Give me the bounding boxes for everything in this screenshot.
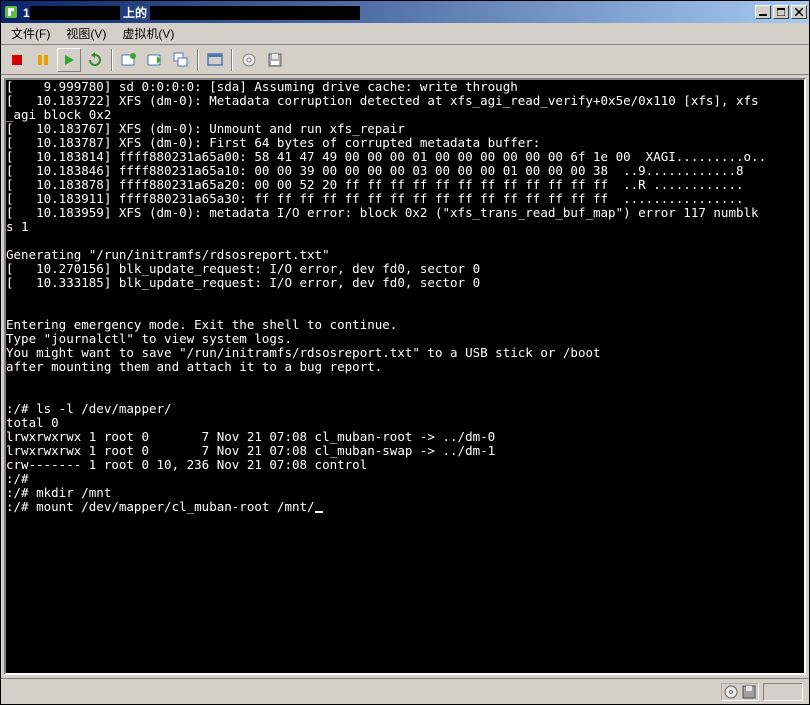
menu-view[interactable]: 视图(V) xyxy=(60,23,112,44)
reset-button[interactable] xyxy=(83,48,107,72)
window-buttons xyxy=(755,5,807,19)
title-seg-2: 上的 xyxy=(120,6,151,20)
vm-console-window: 1 上的 文件(F) 视图(V) 虚拟机(V) xyxy=(0,0,810,705)
toolbar xyxy=(1,45,809,75)
stop-button[interactable] xyxy=(5,48,29,72)
fullscreen-button[interactable] xyxy=(203,48,227,72)
title-redacted-1 xyxy=(30,6,120,20)
console-viewport: [ 9.999780] sd 0:0:0:0: [sda] Assuming d… xyxy=(1,75,809,678)
snapshot-manager-button[interactable] xyxy=(169,48,193,72)
pause-button[interactable] xyxy=(31,48,55,72)
connect-cd-button[interactable] xyxy=(237,48,261,72)
snapshot-revert-button[interactable] xyxy=(143,48,167,72)
menubar: 文件(F) 视图(V) 虚拟机(V) xyxy=(1,23,809,45)
statusbar xyxy=(1,678,809,704)
play-button[interactable] xyxy=(57,48,81,72)
status-cd-icon[interactable] xyxy=(722,684,740,700)
status-floppy-icon[interactable] xyxy=(740,684,758,700)
toolbar-separator xyxy=(231,49,233,71)
toolbar-separator xyxy=(111,49,113,71)
menu-vm[interactable]: 虚拟机(V) xyxy=(116,23,180,44)
terminal-cursor xyxy=(315,511,323,513)
menu-file[interactable]: 文件(F) xyxy=(5,23,56,44)
toolbar-separator xyxy=(197,49,199,71)
close-button[interactable] xyxy=(791,5,807,19)
status-devices xyxy=(721,683,759,701)
title-redacted-2 xyxy=(150,6,360,20)
status-spacer xyxy=(763,683,803,701)
maximize-button[interactable] xyxy=(773,5,789,19)
titlebar: 1 上的 xyxy=(1,1,809,23)
vsphere-icon xyxy=(3,4,19,20)
guest-terminal[interactable]: [ 9.999780] sd 0:0:0:0: [sda] Assuming d… xyxy=(4,78,806,675)
window-title: 1 上的 xyxy=(23,4,755,21)
title-seg-1: 1 xyxy=(23,6,30,20)
minimize-button[interactable] xyxy=(755,5,771,19)
connect-floppy-button[interactable] xyxy=(263,48,287,72)
snapshot-take-button[interactable] xyxy=(117,48,141,72)
